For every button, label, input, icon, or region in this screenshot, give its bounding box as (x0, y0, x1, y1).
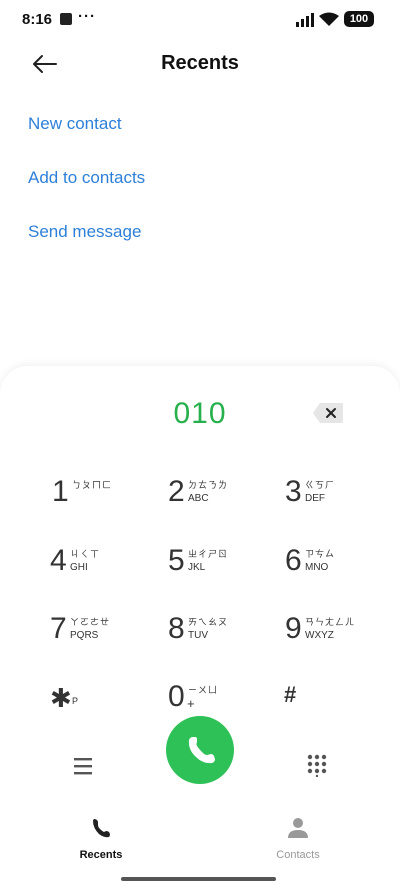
key-6[interactable]: 6 ㄗㄘㄙ MNO (285, 541, 395, 591)
key-5[interactable]: 5 ㄓㄔㄕㄖ JKL (168, 541, 278, 591)
key-2[interactable]: 2 ㄉㄊㄋㄌ ABC (168, 472, 278, 522)
tab-contacts-label: Contacts (276, 849, 320, 861)
call-button[interactable] (166, 716, 234, 784)
send-message-link[interactable]: Send message (28, 222, 141, 242)
menu-icon[interactable] (72, 756, 94, 776)
key-4[interactable]: 4 ㄐㄑㄒ GHI (50, 541, 160, 591)
notification-icon (60, 13, 72, 25)
tab-contacts[interactable]: Contacts (248, 816, 348, 861)
key-8[interactable]: 8 ㄞㄟㄠㄡ TUV (168, 609, 278, 659)
key-hash[interactable]: # (284, 682, 296, 708)
wifi-icon (319, 12, 339, 26)
home-indicator (121, 877, 276, 881)
key-9[interactable]: 9 ㄢㄣㄤㄥㄦ WXYZ (285, 609, 395, 659)
page-title: Recents (161, 52, 239, 74)
dialed-number: 010 (173, 397, 227, 430)
key-star[interactable]: ✱ (50, 683, 72, 714)
more-notifications-icon: ··· (78, 8, 96, 25)
dialpad-icon[interactable] (306, 753, 328, 777)
key-3[interactable]: 3 ㄍㄎㄏ DEF (285, 472, 395, 522)
tab-recents-label: Recents (79, 849, 123, 861)
backspace-icon[interactable] (312, 402, 344, 424)
key-0-plus: + (187, 696, 195, 711)
tab-recents[interactable]: Recents (51, 816, 151, 861)
phone-tab-icon (93, 819, 110, 838)
key-star-sub: P (72, 696, 79, 706)
key-7[interactable]: 7 ㄚㄛㄜㄝ PQRS (50, 609, 160, 659)
phone-icon (188, 737, 215, 764)
battery-icon: 100 (344, 11, 374, 27)
signal-icon (296, 13, 314, 27)
key-1[interactable]: 1 ㄅㄆㄇㄈ (52, 472, 162, 522)
new-contact-link[interactable]: New contact (28, 114, 122, 134)
status-bar: 8:16 ··· 100 (0, 0, 400, 40)
add-to-contacts-link[interactable]: Add to contacts (28, 168, 145, 188)
status-time: 8:16 (22, 11, 53, 28)
person-icon (288, 818, 308, 838)
